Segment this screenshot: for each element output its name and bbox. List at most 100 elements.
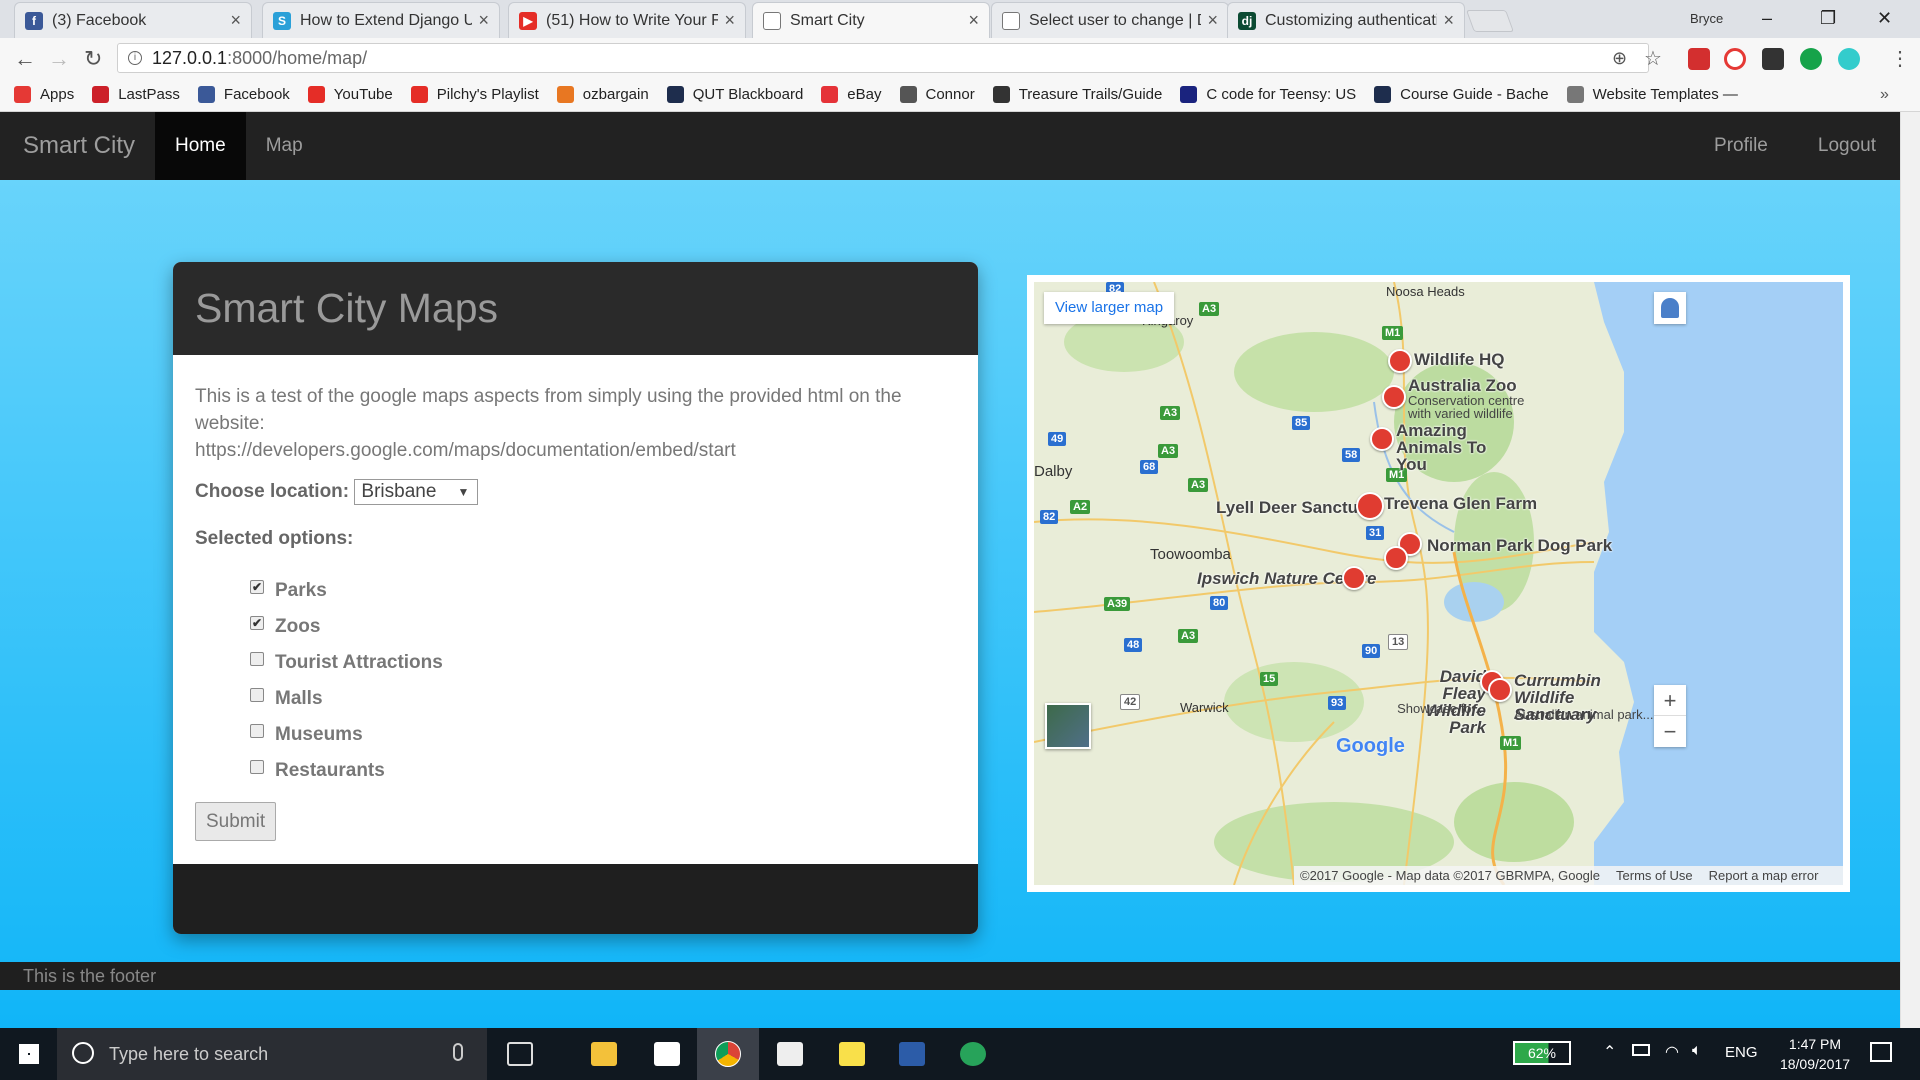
browser-tab[interactable]: Select user to change | D × xyxy=(991,2,1229,38)
bookmark-item[interactable]: LastPass xyxy=(92,86,180,103)
grammarly-icon[interactable] xyxy=(1800,48,1822,70)
info-icon[interactable]: i xyxy=(128,51,142,65)
site-brand[interactable]: Smart City xyxy=(0,112,155,180)
taskbar-search[interactable]: Type here to search xyxy=(57,1028,487,1080)
map-pin-icon[interactable] xyxy=(1388,349,1412,373)
browser-tab[interactable]: f (3) Facebook × xyxy=(14,2,252,38)
map-pin-icon[interactable] xyxy=(1384,546,1408,570)
option-checkbox[interactable]: ✔ xyxy=(250,580,264,594)
close-tab-icon[interactable]: × xyxy=(724,10,735,31)
powershell-icon[interactable] xyxy=(899,1042,925,1066)
nav-logout[interactable]: Logout xyxy=(1798,112,1900,180)
bookmark-item[interactable]: Pilchy's Playlist xyxy=(410,86,539,103)
nav-profile[interactable]: Profile xyxy=(1694,112,1798,180)
zoom-out-button[interactable]: − xyxy=(1654,716,1686,747)
bookmark-item[interactable]: Website Templates — xyxy=(1566,86,1738,103)
option-checkbox[interactable] xyxy=(250,688,264,702)
option-checkbox[interactable]: ✔ xyxy=(250,616,264,630)
minimize-button[interactable]: – xyxy=(1762,0,1772,36)
place-label: Noosa Heads xyxy=(1386,284,1465,299)
lastpass-extension-icon[interactable] xyxy=(1688,48,1710,70)
microphone-icon[interactable] xyxy=(453,1043,463,1061)
chrome-taskbar-button[interactable] xyxy=(697,1028,759,1080)
volume-icon[interactable]: 🔈︎ xyxy=(1692,1042,1702,1060)
map-pin-icon[interactable] xyxy=(1342,566,1366,590)
terms-link[interactable]: Terms of Use xyxy=(1616,868,1693,883)
close-window-button[interactable]: ✕ xyxy=(1877,0,1892,36)
bookmarks-overflow-button[interactable]: » xyxy=(1880,86,1889,104)
maximize-button[interactable]: ❐ xyxy=(1820,0,1836,36)
bookmark-item[interactable]: Connor xyxy=(899,86,975,103)
clock[interactable]: 1:47 PM 18/09/2017 xyxy=(1775,1034,1855,1074)
nav-home[interactable]: Home xyxy=(155,112,246,180)
option-row: ✔ Parks xyxy=(250,572,956,608)
bookmark-item[interactable]: Course Guide - Bache xyxy=(1374,86,1549,103)
zoom-icon[interactable]: ⊕ xyxy=(1612,48,1627,69)
new-tab-button[interactable] xyxy=(1465,10,1515,32)
streetview-pegman-icon[interactable] xyxy=(1654,292,1686,324)
chrome-menu-icon[interactable]: ⋮ xyxy=(1890,46,1910,71)
power-icon[interactable] xyxy=(1632,1044,1650,1056)
site-navbar: Smart City Home Map Profile Logout xyxy=(0,112,1900,180)
map-pin-icon[interactable] xyxy=(1370,427,1394,451)
battery-indicator[interactable]: 62% xyxy=(1513,1041,1571,1065)
nav-map[interactable]: Map xyxy=(246,112,323,180)
page-icon xyxy=(1002,11,1020,30)
option-checkbox[interactable] xyxy=(250,724,264,738)
bookmark-label: Website Templates — xyxy=(1592,86,1738,103)
forward-icon[interactable]: → xyxy=(48,46,70,72)
wifi-icon[interactable]: ◠ xyxy=(1665,1042,1679,1062)
qut-icon xyxy=(666,86,684,103)
app-icon[interactable] xyxy=(960,1042,986,1066)
tray-chevron-icon[interactable]: ⌃ xyxy=(1603,1042,1616,1062)
close-tab-icon[interactable]: × xyxy=(1443,10,1454,31)
bookmark-item[interactable]: Treasure Trails/Guide xyxy=(992,86,1162,103)
location-select[interactable]: Brisbane ▼ xyxy=(354,478,479,505)
browser-tab[interactable]: dj Customizing authenticati × xyxy=(1227,2,1465,38)
extension-m-icon[interactable] xyxy=(1838,48,1860,70)
browser-tab[interactable]: Smart City × xyxy=(752,2,990,38)
close-tab-icon[interactable]: × xyxy=(968,10,979,31)
option-label: Tourist Attractions xyxy=(275,651,443,673)
file-explorer-icon[interactable] xyxy=(591,1042,617,1066)
close-tab-icon[interactable]: × xyxy=(1207,10,1218,31)
report-map-error-link[interactable]: Report a map error xyxy=(1709,868,1819,883)
option-checkbox[interactable] xyxy=(250,760,264,774)
bookmark-star-icon[interactable]: ☆ xyxy=(1644,46,1662,71)
map-pin-icon[interactable] xyxy=(1488,678,1512,702)
zoom-in-button[interactable]: + xyxy=(1654,685,1686,716)
bookmark-item[interactable]: C code for Teensy: US xyxy=(1180,86,1356,103)
browser-tab[interactable]: S How to Extend Django U × xyxy=(262,2,500,38)
bookmark-item[interactable]: ozbargain xyxy=(556,86,649,103)
satellite-toggle[interactable] xyxy=(1045,703,1091,749)
task-view-icon[interactable] xyxy=(507,1042,533,1066)
sticky-notes-icon[interactable] xyxy=(839,1042,865,1066)
dropdown-arrow-icon: ▼ xyxy=(457,484,470,499)
bookmark-item[interactable]: QUT Blackboard xyxy=(666,86,803,103)
view-larger-map-button[interactable]: View larger map xyxy=(1044,292,1174,324)
bookmark-item[interactable]: YouTube xyxy=(307,86,393,103)
submit-button[interactable]: Submit xyxy=(195,802,277,841)
bookmark-item[interactable]: eBay xyxy=(821,86,882,103)
store-icon[interactable] xyxy=(654,1042,680,1066)
dots-extension-icon[interactable] xyxy=(1762,48,1784,70)
browser-tab[interactable]: ▶ (51) How to Write Your F × xyxy=(508,2,746,38)
google-map[interactable]: Noosa Heads Kingaroy Dalby Toowoomba War… xyxy=(1034,282,1843,885)
windows-start-icon[interactable] xyxy=(19,1044,39,1064)
opera-extension-icon[interactable] xyxy=(1724,48,1746,70)
map-pin-icon[interactable] xyxy=(1356,492,1384,520)
close-tab-icon[interactable]: × xyxy=(230,10,241,31)
page-scrollbar[interactable] xyxy=(1900,112,1920,1028)
notifications-icon[interactable] xyxy=(1870,1042,1892,1062)
option-checkbox[interactable] xyxy=(250,652,264,666)
bookmark-item[interactable]: Facebook xyxy=(197,86,290,103)
profile-name[interactable]: Bryce xyxy=(1690,0,1723,36)
close-tab-icon[interactable]: × xyxy=(478,10,489,31)
map-pin-icon[interactable] xyxy=(1382,385,1406,409)
bookmark-item[interactable]: Apps xyxy=(14,86,74,103)
mail-icon[interactable] xyxy=(777,1042,803,1066)
back-icon[interactable]: ← xyxy=(14,46,36,72)
language-indicator[interactable]: ENG xyxy=(1725,1044,1758,1061)
reload-icon[interactable]: ↻ xyxy=(84,46,102,72)
address-input[interactable]: i 127.0.0.1:8000/home/map/ xyxy=(117,43,1649,73)
